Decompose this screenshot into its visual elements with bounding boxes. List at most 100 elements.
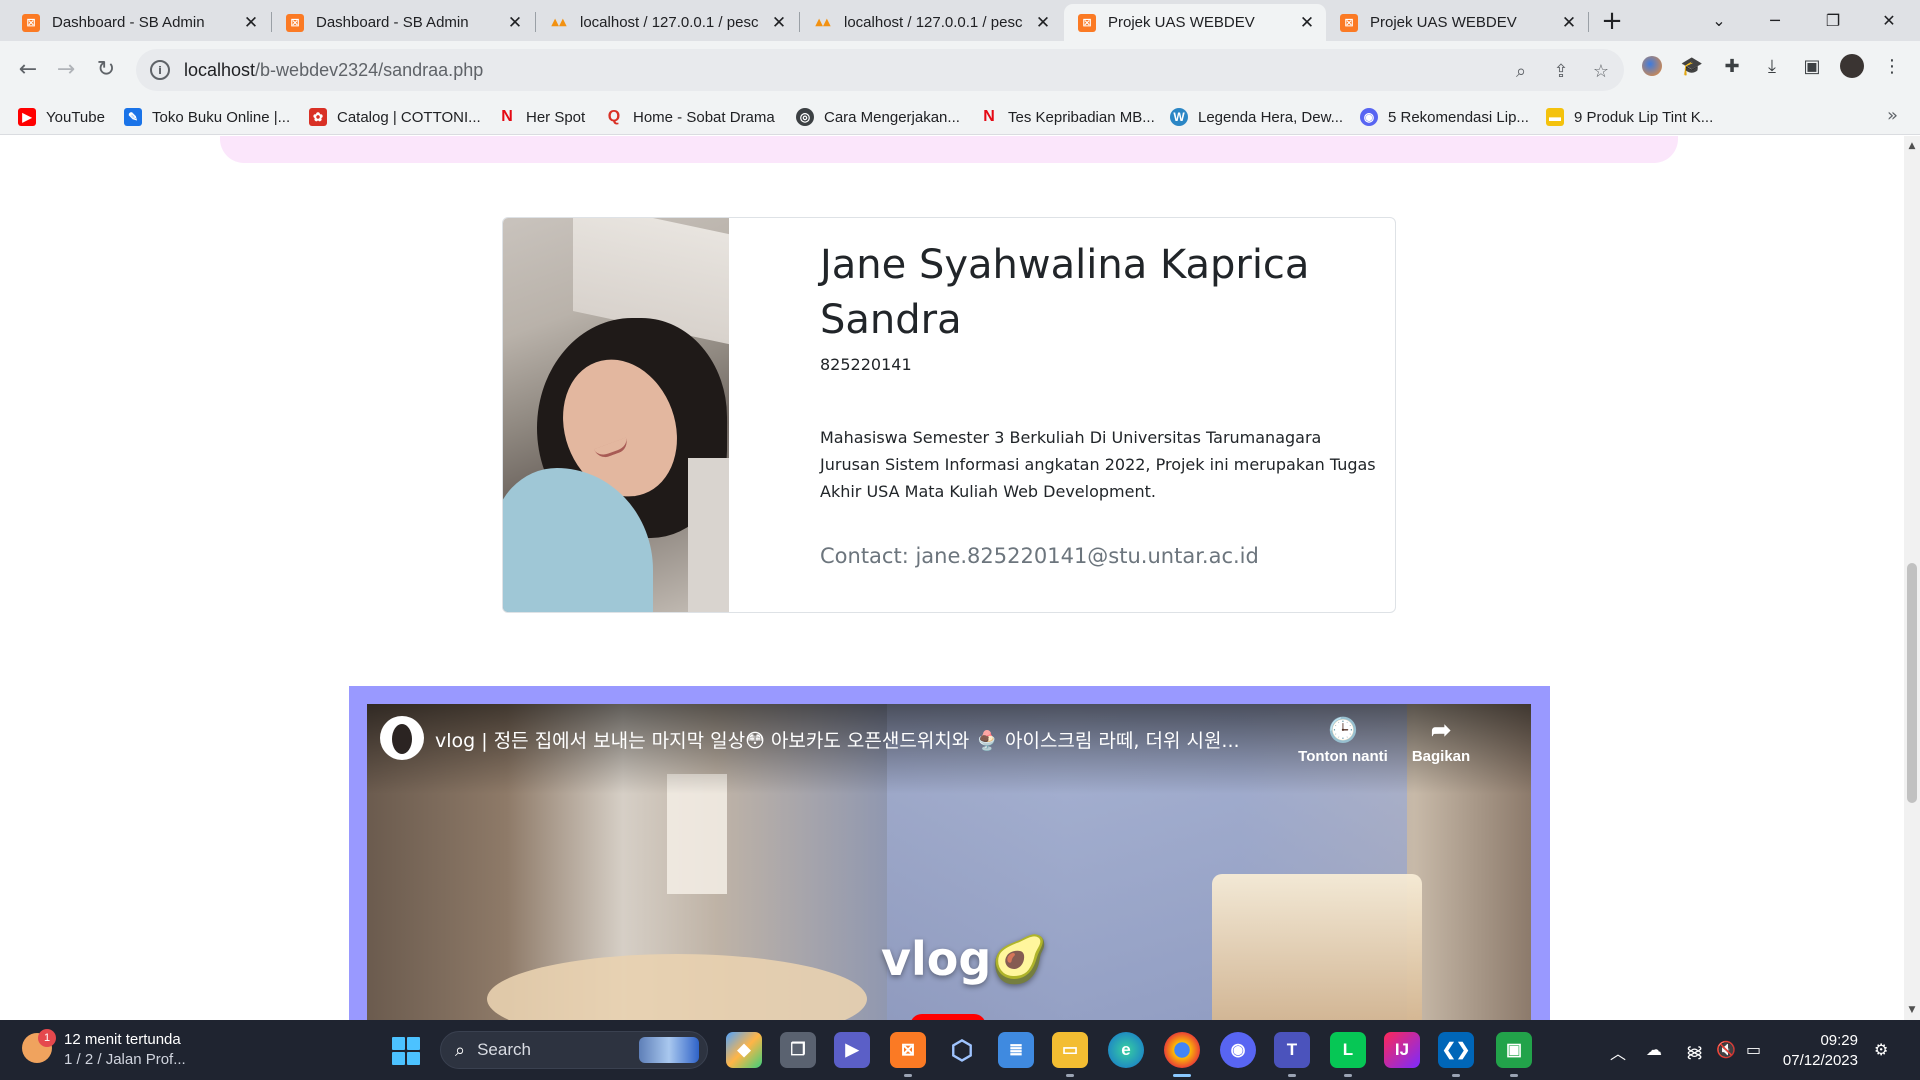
minimize-button[interactable]: ─: [1752, 0, 1798, 40]
bookmark-star-icon[interactable]: ☆: [1590, 60, 1612, 82]
bookmarks-overflow-icon[interactable]: »: [1887, 105, 1898, 126]
page-scrollbar[interactable]: ▲ ▼: [1904, 136, 1920, 1020]
zoom-icon[interactable]: ⌕: [1510, 60, 1532, 82]
watch-later-button[interactable]: 🕒 Tonton nanti: [1293, 716, 1393, 765]
close-window-button[interactable]: ✕: [1866, 0, 1912, 40]
bookmark-cara-mengerjakan[interactable]: ◎ Cara Mengerjakan...: [796, 105, 960, 129]
menu-kebab-icon[interactable]: ⋮: [1880, 54, 1904, 78]
bookmark-rekomendasi-lip[interactable]: ◉ 5 Rekomendasi Lip...: [1360, 105, 1529, 129]
clock-date: 07/12/2023: [1782, 1052, 1858, 1069]
download-icon[interactable]: ⤓: [1760, 54, 1784, 78]
video-scene-plate: [487, 954, 867, 1020]
close-icon[interactable]: ✕: [1560, 13, 1578, 33]
photo-wall-strip: [688, 458, 729, 612]
vscode-icon[interactable]: ❮❯: [1438, 1032, 1474, 1068]
task-view-icon[interactable]: ❒: [780, 1032, 816, 1068]
site-info-icon[interactable]: i: [150, 60, 170, 80]
extensions-puzzle-icon[interactable]: ✚: [1720, 54, 1744, 78]
discord-icon[interactable]: ◉: [1220, 1032, 1256, 1068]
tab-phpmyadmin-1[interactable]: ▲▲ localhost / 127.0.0.1 / pesc ✕: [536, 4, 798, 41]
tab-projek-active[interactable]: ⊠ Projek UAS WEBDEV ✕: [1064, 4, 1326, 41]
scroll-down-arrow-icon[interactable]: ▼: [1904, 1002, 1920, 1018]
forward-button[interactable]: →: [50, 53, 82, 85]
url-text[interactable]: localhost/b-webdev2324/sandraa.php: [184, 60, 483, 81]
reload-button[interactable]: ↻: [90, 53, 122, 85]
xampp-icon: ⊠: [22, 13, 40, 32]
bookmark-toko-buku[interactable]: ✎ Toko Buku Online |...: [124, 105, 290, 129]
bookmark-her-spot[interactable]: N Her Spot: [498, 105, 585, 129]
netflix-icon: N: [501, 108, 513, 125]
bookmark-label: Legenda Hera, Dew...: [1198, 108, 1344, 126]
extension-firefox-icon[interactable]: [1640, 54, 1664, 78]
close-icon[interactable]: ✕: [1034, 13, 1052, 33]
copilot-icon[interactable]: ◆: [726, 1032, 762, 1068]
line-icon[interactable]: L: [1330, 1032, 1366, 1068]
edge-icon[interactable]: e: [1108, 1032, 1144, 1068]
profile-name: Jane Syahwalina Kaprica Sandra: [820, 242, 1310, 343]
profile-avatar[interactable]: [1840, 54, 1864, 78]
close-icon[interactable]: ✕: [770, 13, 788, 33]
close-icon[interactable]: ✕: [1298, 13, 1316, 33]
tab-label: localhost / 127.0.0.1 / pesc: [844, 14, 1023, 31]
share-button[interactable]: ➦ Bagikan: [1391, 716, 1491, 765]
active-app-indicator: [1173, 1074, 1191, 1077]
youtube-embed[interactable]: vlog | 정든 집에서 보내는 마지막 일상😳 아보카도 오픈샌드위치와 🍨…: [367, 704, 1531, 1020]
extension-graduation-icon[interactable]: 🎓: [1680, 54, 1704, 78]
tab-phpmyadmin-2[interactable]: ▲▲ localhost / 127.0.0.1 / pesc ✕: [800, 4, 1062, 41]
close-icon[interactable]: ✕: [242, 13, 260, 33]
tab-dashboard-1[interactable]: ⊠ Dashboard - SB Admin ✕: [8, 4, 270, 41]
globe-icon: ◎: [796, 108, 814, 126]
tray-overflow-chevron-icon[interactable]: ︿: [1610, 1040, 1626, 1064]
virtualbox-icon[interactable]: ⬡: [944, 1032, 980, 1068]
video-title[interactable]: vlog | 정든 집에서 보내는 마지막 일상😳 아보카도 오픈샌드위치와 🍨…: [435, 726, 1335, 753]
running-indicator: [1510, 1074, 1518, 1077]
system-clock[interactable]: 09:29 07/12/2023: [1776, 1031, 1858, 1071]
news-widget[interactable]: 1 12 menit tertunda 1 / 2 / Jalan Prof..…: [22, 1029, 222, 1071]
battery-icon[interactable]: ▭: [1746, 1040, 1761, 1059]
share-icon[interactable]: ⇪: [1550, 60, 1572, 82]
bookmark-tes-kepribadian[interactable]: N Tes Kepribadian MB...: [980, 105, 1155, 129]
bookmark-legenda-hera[interactable]: W Legenda Hera, Dew...: [1170, 105, 1343, 129]
bookmark-youtube[interactable]: ▶ YouTube: [18, 105, 105, 129]
bookmark-sobat-drama[interactable]: Q Home - Sobat Drama: [605, 105, 775, 129]
address-bar[interactable]: i localhost/b-webdev2324/sandraa.php ⌕ ⇪…: [136, 49, 1624, 91]
bookmark-label: YouTube: [46, 108, 105, 126]
channel-avatar[interactable]: [380, 716, 424, 760]
teams-meet-icon[interactable]: ▶: [834, 1032, 870, 1068]
intellij-icon[interactable]: IJ: [1384, 1032, 1420, 1068]
tab-search-chevron-icon[interactable]: ⌄: [1696, 0, 1742, 40]
restore-button[interactable]: ❐: [1810, 0, 1856, 40]
file-explorer-icon[interactable]: ▭: [1052, 1032, 1088, 1068]
search-highlight-image: [639, 1037, 699, 1063]
volume-muted-icon[interactable]: 🔇: [1716, 1040, 1736, 1059]
windows-taskbar: 1 12 menit tertunda 1 / 2 / Jalan Prof..…: [0, 1020, 1920, 1080]
bookmark-produk-lip-tint[interactable]: ▬ 9 Produk Lip Tint K...: [1546, 105, 1713, 129]
new-tab-button[interactable]: +: [1598, 8, 1626, 36]
scrollbar-thumb[interactable]: [1907, 563, 1917, 803]
close-icon[interactable]: ✕: [506, 13, 524, 33]
windows-start-button[interactable]: [392, 1037, 420, 1065]
taskbar-search[interactable]: ⌕ Search: [440, 1031, 708, 1069]
xampp-icon[interactable]: ⊠: [890, 1032, 926, 1068]
discord-icon: ◉: [1360, 108, 1378, 126]
notification-bell-icon[interactable]: ⚙: [1874, 1040, 1888, 1059]
wifi-icon[interactable]: ᯼: [1686, 1040, 1703, 1062]
onedrive-icon[interactable]: ☁: [1646, 1040, 1662, 1059]
page-viewport: Jane Syahwalina Kaprica Sandra 825220141…: [0, 136, 1904, 1020]
side-panel-icon[interactable]: ▣: [1800, 54, 1824, 78]
tab-label: Dashboard - SB Admin: [52, 14, 205, 31]
chrome-icon[interactable]: [1164, 1032, 1200, 1068]
bookmark-catalog[interactable]: ✿ Catalog | COTTONI...: [309, 105, 481, 129]
running-indicator: [904, 1074, 912, 1077]
teams-icon[interactable]: T: [1274, 1032, 1310, 1068]
tab-strip: ⊠ Dashboard - SB Admin ✕ ⊠ Dashboard - S…: [0, 0, 1920, 41]
tab-dashboard-2[interactable]: ⊠ Dashboard - SB Admin ✕: [272, 4, 534, 41]
bookmark-label: Cara Mengerjakan...: [824, 108, 960, 126]
video-scene-glass: [1212, 874, 1422, 1020]
scroll-up-arrow-icon[interactable]: ▲: [1904, 138, 1920, 154]
profile-photo: [503, 218, 729, 612]
back-button[interactable]: ←: [12, 53, 44, 85]
tab-projek-2[interactable]: ⊠ Projek UAS WEBDEV ✕: [1326, 4, 1588, 41]
notepad-icon[interactable]: ≣: [998, 1032, 1034, 1068]
android-studio-icon[interactable]: ▣: [1496, 1032, 1532, 1068]
